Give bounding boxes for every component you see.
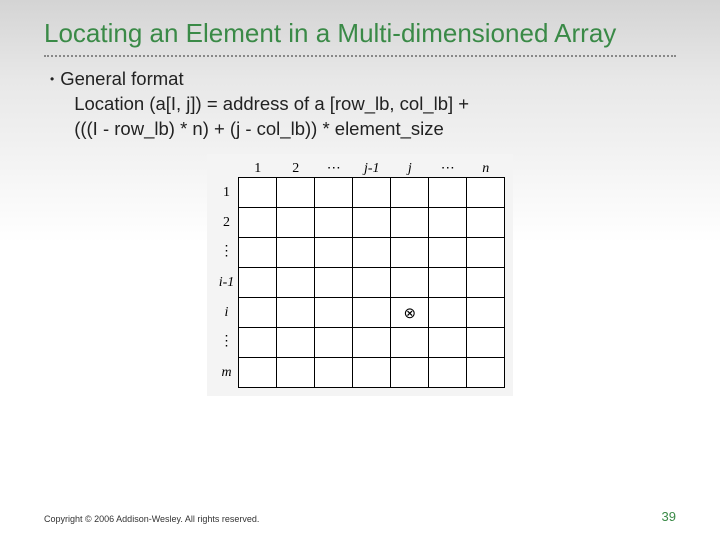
bullet-item: • General format Location (a[I, j]) = ad… [50, 67, 676, 142]
slide-title: Locating an Element in a Multi-dimension… [44, 18, 676, 49]
row-label: m [215, 358, 239, 388]
array-grid: 1 2 ⋯ j-1 j ⋯ n 1 2 ⋮ [215, 160, 506, 388]
element-marker: ⊗ [391, 298, 429, 328]
page-number: 39 [662, 509, 676, 524]
col-label: n [467, 160, 505, 178]
row-label: 1 [215, 178, 239, 208]
col-label: j-1 [353, 160, 391, 178]
row-label: ⋮ [215, 328, 239, 358]
bullet-marker: • [50, 67, 54, 142]
formula-line-2: (((I - row_lb) * n) + (j - col_lb)) * el… [60, 117, 469, 142]
col-label: j [391, 160, 429, 178]
row-label: 2 [215, 208, 239, 238]
col-label: 2 [277, 160, 315, 178]
array-figure: 1 2 ⋯ j-1 j ⋯ n 1 2 ⋮ [207, 154, 514, 396]
copyright-text: Copyright © 2006 Addison-Wesley. All rig… [44, 514, 259, 524]
col-label: ⋯ [429, 160, 467, 178]
row-label: ⋮ [215, 238, 239, 268]
title-divider [44, 55, 676, 57]
col-label: 1 [239, 160, 277, 178]
content-area: • General format Location (a[I, j]) = ad… [44, 67, 676, 142]
bullet-heading: General format [60, 67, 469, 92]
col-label: ⋯ [315, 160, 353, 178]
row-label: i [215, 298, 239, 328]
formula-line-1: Location (a[I, j]) = address of a [row_l… [60, 92, 469, 117]
row-label: i-1 [215, 268, 239, 298]
